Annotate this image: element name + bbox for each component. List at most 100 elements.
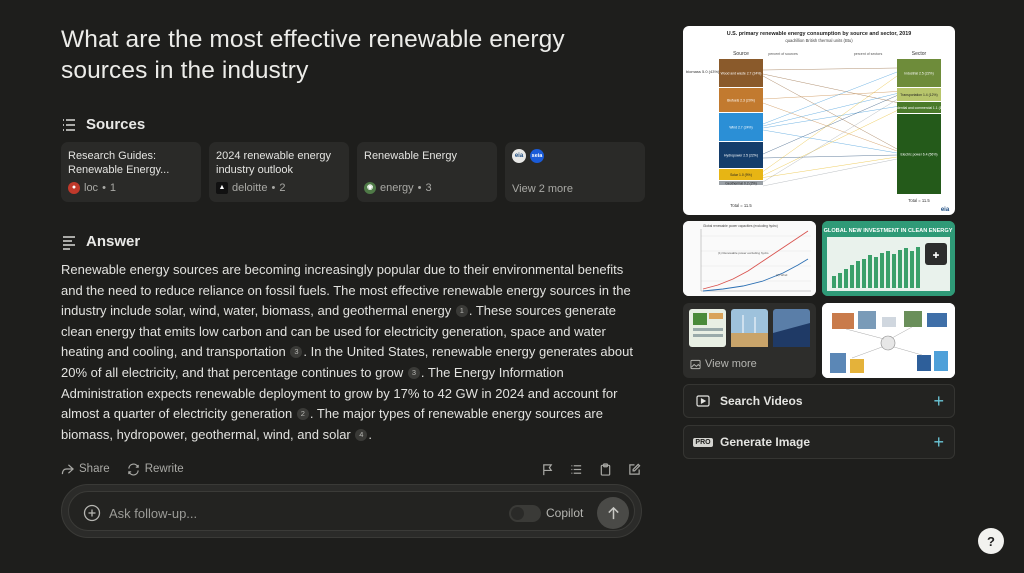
flow-line (762, 129, 898, 154)
add-attachment-icon[interactable] (83, 504, 101, 522)
source-bar-label: Hydropower 2.5 (22%) (724, 154, 758, 158)
flow-line (762, 156, 898, 178)
follow-up-input[interactable] (109, 502, 459, 524)
flag-button[interactable] (541, 463, 554, 476)
source-card[interactable]: 2024 renewable energy industry outlook ▲… (209, 142, 349, 202)
copilot-label: Copilot (546, 506, 584, 520)
rewrite-button[interactable]: Rewrite (127, 462, 184, 476)
line-chart-thumb: Global renewable power capacities (exclu… (683, 221, 816, 296)
eia-logo: eia (941, 207, 950, 213)
answer-tool-icons (541, 462, 641, 476)
line-chart-series-2: (2) Wind (776, 273, 788, 277)
investment-chart-thumb: GLOBAL NEW INVESTMENT IN CLEAN ENERGY ✚ (822, 221, 955, 296)
source-bar-label: Wood and waste 2.7 (24%) (721, 72, 762, 76)
source-bars: Wood and waste 2.7 (24%) Biofuels 2.3 (20… (719, 59, 763, 186)
search-videos-button[interactable]: Search Videos + (683, 384, 955, 418)
sector-bar-label: Transportation 1.4 (12%) (900, 93, 937, 97)
image-icon (690, 359, 701, 369)
search-videos-label: Search Videos (720, 394, 803, 408)
total-right: Total = 11.5 (908, 198, 930, 203)
generate-image-button[interactable]: PRO Generate Image + (683, 425, 955, 459)
sector-bar-label: Electric power 6.4 (56%) (901, 153, 938, 157)
copilot-toggle[interactable] (509, 505, 541, 522)
source-card-meta: ● loc • 1 (68, 182, 116, 194)
rewrite-icon (127, 462, 139, 476)
source-index: 1 (109, 182, 117, 194)
chart-subtitle: quadrillion British thermal units (Btu) (785, 38, 853, 43)
investment-chart-title: GLOBAL NEW INVESTMENT IN CLEAN ENERGY (824, 228, 953, 234)
source-card-meta: ◉ energy • 3 (364, 182, 432, 194)
view-more-sources-label: View 2 more (512, 183, 573, 195)
view-more-sources-card[interactable]: eia seia View 2 more (505, 142, 645, 202)
flow-line (762, 110, 898, 176)
submit-button[interactable] (597, 497, 629, 529)
share-button[interactable]: Share (61, 463, 110, 476)
svg-text:✚: ✚ (933, 251, 940, 260)
follow-up-box: Copilot (68, 491, 635, 531)
source-card-title: Renewable Energy (364, 150, 457, 162)
answer-heading: Answer (61, 233, 140, 250)
generate-image-label: Generate Image (720, 435, 811, 449)
flow-line (762, 75, 898, 172)
source-bar-label: Wind 2.7 (24%) (729, 126, 752, 130)
source-site: loc (84, 182, 99, 194)
more-source-icons: eia seia (512, 149, 638, 163)
pct-sectors-label: percent of sectors (854, 52, 883, 56)
page-title: What are the most effective renewable en… (61, 26, 565, 84)
image-result-main-chart[interactable]: U.S. primary renewable energy consumptio… (683, 26, 955, 215)
energy-favicon-icon: ◉ (364, 182, 376, 194)
biomass-label: biomass 5.0 (43%) (686, 69, 720, 74)
sources-list-icon (63, 118, 75, 131)
flow-lines (762, 67, 898, 187)
loc-favicon-icon: ● (68, 182, 80, 194)
edit-icon (629, 463, 641, 475)
view-more-images-button[interactable]: View more (690, 358, 757, 370)
source-bar-label: Solar 1.0 (9%) (730, 173, 752, 177)
source-bar-label: Biofuels 2.3 (20%) (727, 99, 755, 103)
source-card[interactable]: Renewable Energy ◉ energy • 3 (357, 142, 497, 202)
source-site: deloitte (232, 182, 268, 194)
sources-toggle-button[interactable] (570, 463, 583, 476)
citation-badge[interactable]: 2 (296, 408, 309, 421)
flow-line (762, 75, 898, 150)
source-cards: Research Guides: Renewable Energy... ● l… (61, 142, 645, 202)
generate-image-plus-icon: + (933, 431, 944, 452)
sources-heading-label: Sources (86, 116, 146, 133)
flow-line (762, 158, 898, 187)
flow-line (762, 154, 898, 159)
line-chart-series-1: (1) Renewable power excluding hydro (718, 251, 769, 255)
edit-button[interactable] (628, 463, 641, 476)
flag-icon (543, 463, 553, 475)
search-videos-plus-icon: + (933, 390, 944, 411)
citation-badge[interactable]: 3 (407, 366, 420, 379)
image-result-line-chart[interactable]: Global renewable power capacities (exclu… (683, 221, 816, 296)
share-icon (61, 463, 74, 474)
copy-button[interactable] (599, 462, 612, 476)
source-col-label: Source (733, 51, 749, 57)
main-column: What are the most effective renewable en… (61, 24, 645, 476)
citation-badge[interactable]: 3 (290, 346, 303, 359)
sector-bar-label: Residential and commercial 1.1 (10%) (890, 106, 947, 110)
flow-line (762, 102, 898, 152)
image-result-gallery[interactable]: View more (683, 303, 816, 378)
answer-lines-icon (63, 235, 75, 250)
arrow-up-icon (607, 506, 619, 519)
citation-badge[interactable]: 1 (455, 305, 468, 318)
flow-line (762, 99, 898, 183)
chart-title: U.S. primary renewable energy consumptio… (727, 31, 912, 37)
image-result-diagram[interactable] (822, 303, 955, 378)
source-index: 2 (279, 182, 286, 194)
sources-heading: Sources (61, 116, 145, 133)
list-icon (571, 464, 582, 474)
image-result-investment-chart[interactable]: GLOBAL NEW INVESTMENT IN CLEAN ENERGY ✚ (822, 221, 955, 296)
answer-heading-label: Answer (86, 233, 141, 250)
energy-flow-chart: U.S. primary renewable energy consumptio… (686, 31, 950, 213)
sector-col-label: Sector (912, 51, 927, 57)
line-chart-title: Global renewable power capacities (exclu… (703, 224, 778, 228)
source-bar-label: Geothermal 0.2 (2%) (725, 182, 756, 186)
answer-text: Renewable energy sources are becoming in… (61, 262, 633, 442)
citation-badge[interactable]: 4 (355, 428, 368, 441)
follow-up-bar: Copilot (61, 484, 642, 538)
help-button[interactable]: ? (978, 528, 1004, 554)
source-card[interactable]: Research Guides: Renewable Energy... ● l… (61, 142, 201, 202)
